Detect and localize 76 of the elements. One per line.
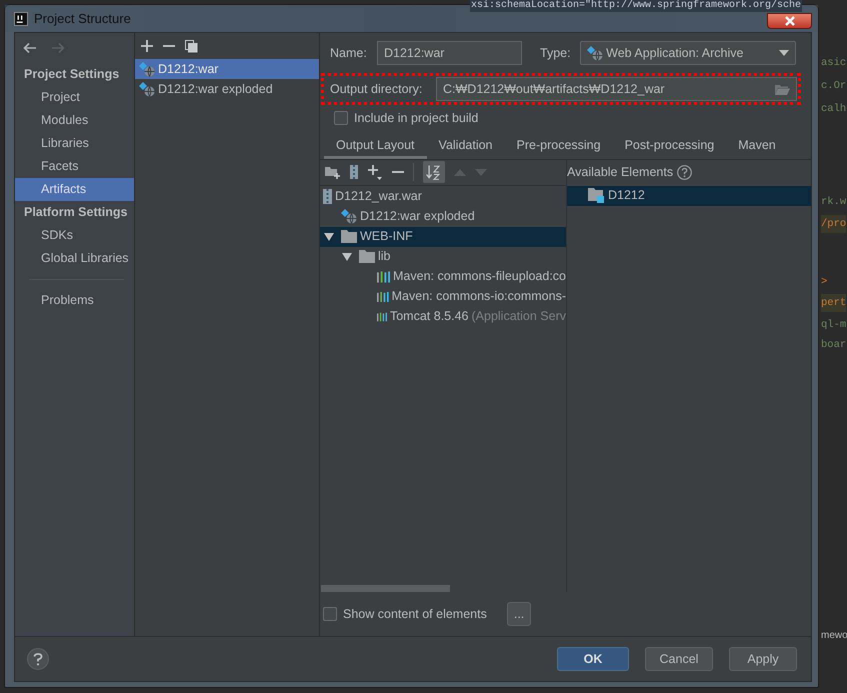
artifact-item[interactable]: D1212:war exploded [135, 79, 319, 99]
back-icon[interactable] [23, 42, 37, 54]
sort-icon[interactable] [423, 161, 445, 184]
dropdown-arrow-icon [779, 50, 789, 56]
tree-item[interactable]: Maven: commons-io:commons- [320, 286, 566, 307]
section-heading: Platform Settings [23, 204, 128, 221]
sidebar-item[interactable]: Modules [15, 109, 134, 132]
tab[interactable]: Validation [426, 134, 505, 159]
help-icon [33, 652, 43, 666]
horizontal-scrollbar[interactable] [321, 585, 450, 592]
tree-item[interactable]: lib [320, 246, 566, 267]
tree-item[interactable]: Tomcat 8.5.46 (Application Serv [320, 306, 566, 327]
help-icon[interactable] [677, 165, 692, 180]
code-line: c.Or [821, 79, 846, 94]
code-line: mewo [821, 629, 847, 643]
library-icon [377, 270, 390, 283]
archive-icon [323, 189, 332, 204]
app-icon [14, 12, 28, 26]
sidebar-item[interactable]: Global Libraries [15, 247, 134, 270]
artifact-item[interactable]: D1212:war [135, 59, 319, 79]
tab[interactable]: Post-processing [612, 134, 726, 159]
sidebar-item[interactable]: Problems [15, 289, 134, 312]
code-line: calh [821, 102, 846, 117]
sidebar-item[interactable]: Facets [15, 155, 134, 178]
tab[interactable]: Maven [726, 134, 788, 159]
tree-item[interactable]: D1212_war.war [320, 186, 566, 207]
more-button[interactable]: ... [506, 602, 532, 626]
close-icon [784, 16, 796, 26]
sidebar-item[interactable]: Project [15, 86, 134, 109]
checkbox[interactable] [334, 111, 348, 126]
web-artifact-icon [587, 46, 603, 62]
sidebar-item[interactable]: SDKs [15, 224, 134, 247]
name-label: Name: [330, 44, 368, 62]
tab[interactable]: Output Layout [324, 134, 427, 159]
ok-button[interactable]: OK [557, 647, 629, 671]
add-dropdown-icon[interactable] [367, 164, 383, 180]
tree-item-note: (Application Serv [472, 308, 566, 326]
web-artifact-icon [139, 82, 155, 96]
close-button[interactable] [767, 12, 812, 28]
output-directory-label: Output directory: [330, 80, 424, 98]
type-dropdown[interactable]: Web Application: Archive [580, 41, 796, 65]
sidebar-item[interactable]: Artifacts [15, 178, 134, 201]
tree-item[interactable]: WEB-INF [320, 226, 566, 247]
web-artifact-icon [139, 62, 155, 76]
folder-icon [359, 250, 375, 264]
web-artifact-icon [341, 209, 357, 224]
checkbox-label: Include in project build [354, 110, 478, 127]
dialog-button[interactable]: Cancel [645, 647, 713, 671]
section-heading: Project Settings [23, 66, 120, 83]
tree-item[interactable]: Maven: commons-fileupload:co [320, 266, 566, 287]
tree-item[interactable]: D1212:war exploded [320, 206, 566, 227]
archive-icon[interactable] [350, 165, 358, 180]
type-label: Type: [540, 44, 572, 62]
sidebar-item[interactable]: Libraries [15, 132, 134, 155]
new-folder-icon[interactable] [325, 166, 341, 179]
add-icon[interactable] [141, 40, 153, 52]
help-button[interactable] [27, 648, 49, 670]
tree-item[interactable]: D1212 [567, 186, 811, 206]
module-folder-icon [588, 188, 604, 204]
available-elements-title: Available Elements [567, 164, 674, 182]
checkbox[interactable] [323, 607, 337, 621]
library-icon [377, 310, 387, 323]
library-icon [377, 290, 389, 303]
dialog-button[interactable]: Apply [729, 647, 797, 671]
code-line: boar [821, 338, 846, 353]
code-line: rk.w [821, 195, 846, 210]
copy-icon[interactable] [185, 40, 198, 52]
folder-icon [341, 230, 357, 244]
window-title: Project Structure [34, 10, 131, 28]
code-line: > [821, 275, 828, 290]
output-directory-field[interactable]: C:₩D1212₩out₩artifacts₩D1212_war [436, 77, 797, 101]
name-field[interactable]: D1212:war [377, 41, 522, 65]
code-line: asic [821, 56, 846, 71]
tab[interactable]: Pre-processing [504, 134, 613, 159]
code-line: ql-m [821, 318, 846, 333]
checkbox-label: Show content of elements [343, 606, 487, 623]
